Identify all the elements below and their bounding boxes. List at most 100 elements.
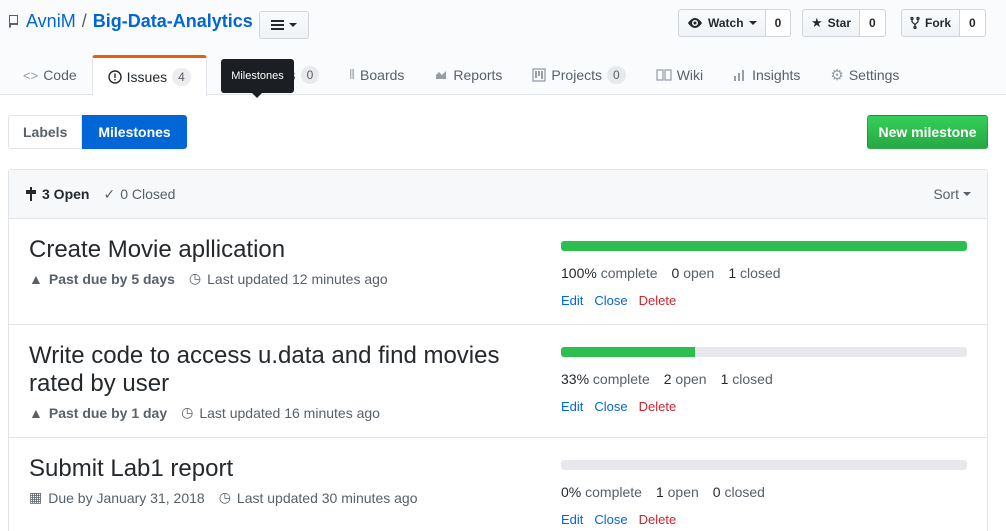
closed-stat[interactable]: 1 closed <box>721 371 773 387</box>
tab-label: Insights <box>752 67 801 83</box>
closed-filter[interactable]: ✓ 0 Closed <box>103 186 175 203</box>
alert-icon: ▲ <box>29 270 43 287</box>
close-link[interactable]: Close <box>594 293 627 308</box>
updated-text: Last updated 16 minutes ago <box>199 404 380 421</box>
milestone-stats: 100% complete 0 open 1 closed <box>561 265 781 281</box>
star-label: Star <box>827 16 851 30</box>
fork-button[interactable]: Fork <box>901 9 961 37</box>
repo-name-link[interactable]: Big-Data-Analytics <box>93 11 253 32</box>
progress-fill <box>561 241 967 251</box>
updated-text: Last updated 30 minutes ago <box>236 489 418 506</box>
progress-bar <box>561 347 967 357</box>
labels-link[interactable]: Labels <box>8 115 83 149</box>
watch-group: Watch 0 <box>678 9 792 37</box>
tab-label: Settings <box>848 67 900 83</box>
open-stat[interactable]: 2 open <box>664 371 707 387</box>
milestone-meta: ▲ Past due by 1 day ◷ Last updated 16 mi… <box>29 404 380 421</box>
projects-counter: 0 <box>607 66 626 84</box>
repo-title: AvniM / Big-Data-Analytics <box>8 11 253 32</box>
milestone-title[interactable]: Submit Lab1 report <box>29 455 509 483</box>
watch-label: Watch <box>708 16 744 30</box>
open-count-label: 3 Open <box>42 186 90 202</box>
tab-label: Code <box>43 67 77 83</box>
star-icon: ★ <box>811 15 823 30</box>
delete-link[interactable]: Delete <box>639 512 677 527</box>
chevron-down-icon <box>289 23 297 27</box>
milestone-icon <box>26 187 36 201</box>
close-link[interactable]: Close <box>594 512 627 527</box>
star-count[interactable]: 0 <box>860 9 886 37</box>
milestone-title[interactable]: Create Movie apllication <box>29 236 509 264</box>
new-milestone-button[interactable]: New milestone <box>867 115 988 149</box>
open-stat[interactable]: 0 open <box>672 265 715 281</box>
code-icon: <> <box>23 67 39 83</box>
edit-link[interactable]: Edit <box>561 512 583 527</box>
progress-bar <box>561 460 967 470</box>
fork-count[interactable]: 0 <box>960 9 986 37</box>
due-text: Due by January 31, 2018 <box>48 489 205 506</box>
tab-label: Projects <box>551 67 602 83</box>
fork-icon <box>910 16 920 30</box>
book-icon <box>656 69 672 81</box>
edit-link[interactable]: Edit <box>561 293 583 308</box>
milestone-actions: Edit Close Delete <box>561 512 676 527</box>
watch-button[interactable]: Watch <box>678 9 766 37</box>
chevron-down-icon <box>748 21 757 25</box>
sort-dropdown[interactable]: Sort <box>933 186 971 202</box>
graph-icon <box>435 71 448 80</box>
listing-header: 3 Open ✓ 0 Closed Sort <box>9 170 987 219</box>
repo-nav: <> Code Issues 4 ⇅ sts 0 ⦀ Boards Report… <box>8 55 914 96</box>
tab-reports[interactable]: Reports <box>419 55 517 95</box>
delete-link[interactable]: Delete <box>639 399 677 414</box>
due-text: Past due by 5 days <box>48 270 175 287</box>
progress-bar <box>561 241 967 251</box>
due-text: Past due by 1 day <box>48 404 168 421</box>
tab-boards[interactable]: ⦀ Boards <box>334 55 419 95</box>
milestone-title[interactable]: Write code to access u.data and find mov… <box>29 342 509 398</box>
closed-stat[interactable]: 0 closed <box>713 484 765 500</box>
tab-code[interactable]: <> Code <box>8 55 92 95</box>
milestone-stats: 0% complete 1 open 0 closed <box>561 484 765 500</box>
tab-projects[interactable]: Projects 0 <box>517 55 640 95</box>
tab-label: Boards <box>360 67 405 83</box>
watch-count[interactable]: 0 <box>765 9 792 37</box>
closed-stat[interactable]: 1 closed <box>728 265 780 281</box>
tab-wiki[interactable]: Wiki <box>641 55 718 95</box>
issue-opened-icon <box>107 70 122 84</box>
complete-stat: 33% complete <box>561 371 650 387</box>
repo-icon <box>9 14 18 28</box>
star-button[interactable]: ★ Star <box>802 9 860 37</box>
open-filter[interactable]: 3 Open <box>25 186 89 202</box>
milestone-row: Submit Lab1 report ▦ Due by January 31, … <box>9 438 987 531</box>
boards-icon: ⦀ <box>349 67 356 82</box>
insights-icon <box>734 70 745 81</box>
milestones-link[interactable]: Milestones <box>82 115 187 149</box>
milestone-meta: ▦ Due by January 31, 2018 ◷ Last updated… <box>29 489 417 506</box>
tab-settings[interactable]: ⚙ Settings <box>815 55 914 95</box>
check-icon: ✓ <box>103 185 116 202</box>
tab-label: Issues <box>126 69 168 85</box>
due-info: ▲ Past due by 5 days <box>29 271 175 287</box>
clock-icon: ◷ <box>181 404 194 420</box>
open-stat[interactable]: 1 open <box>656 484 699 500</box>
subnav: Labels Milestones <box>8 115 187 149</box>
updated-text: Last updated 12 minutes ago <box>207 270 388 287</box>
fork-group: Fork 0 <box>901 9 986 37</box>
close-link[interactable]: Close <box>594 399 627 414</box>
delete-link[interactable]: Delete <box>639 293 677 308</box>
milestone-row: Create Movie apllication ▲ Past due by 5… <box>9 219 987 325</box>
milestone-row: Write code to access u.data and find mov… <box>9 325 987 438</box>
clock-icon: ◷ <box>188 270 202 286</box>
edit-link[interactable]: Edit <box>561 399 583 414</box>
milestones-listing: 3 Open ✓ 0 Closed Sort Create Movie apll… <box>8 169 988 531</box>
tab-insights[interactable]: Insights <box>718 55 815 95</box>
repo-owner-link[interactable]: AvniM <box>26 11 76 32</box>
repo-menu-button[interactable] <box>259 11 309 39</box>
sort-label: Sort <box>933 186 959 202</box>
progress-fill <box>561 347 695 357</box>
clock-icon: ◷ <box>218 489 231 505</box>
issues-counter: 4 <box>172 68 191 86</box>
tab-issues[interactable]: Issues 4 <box>91 55 207 96</box>
complete-stat: 0% complete <box>561 484 642 500</box>
updated-info: ◷ Last updated 30 minutes ago <box>219 489 418 506</box>
